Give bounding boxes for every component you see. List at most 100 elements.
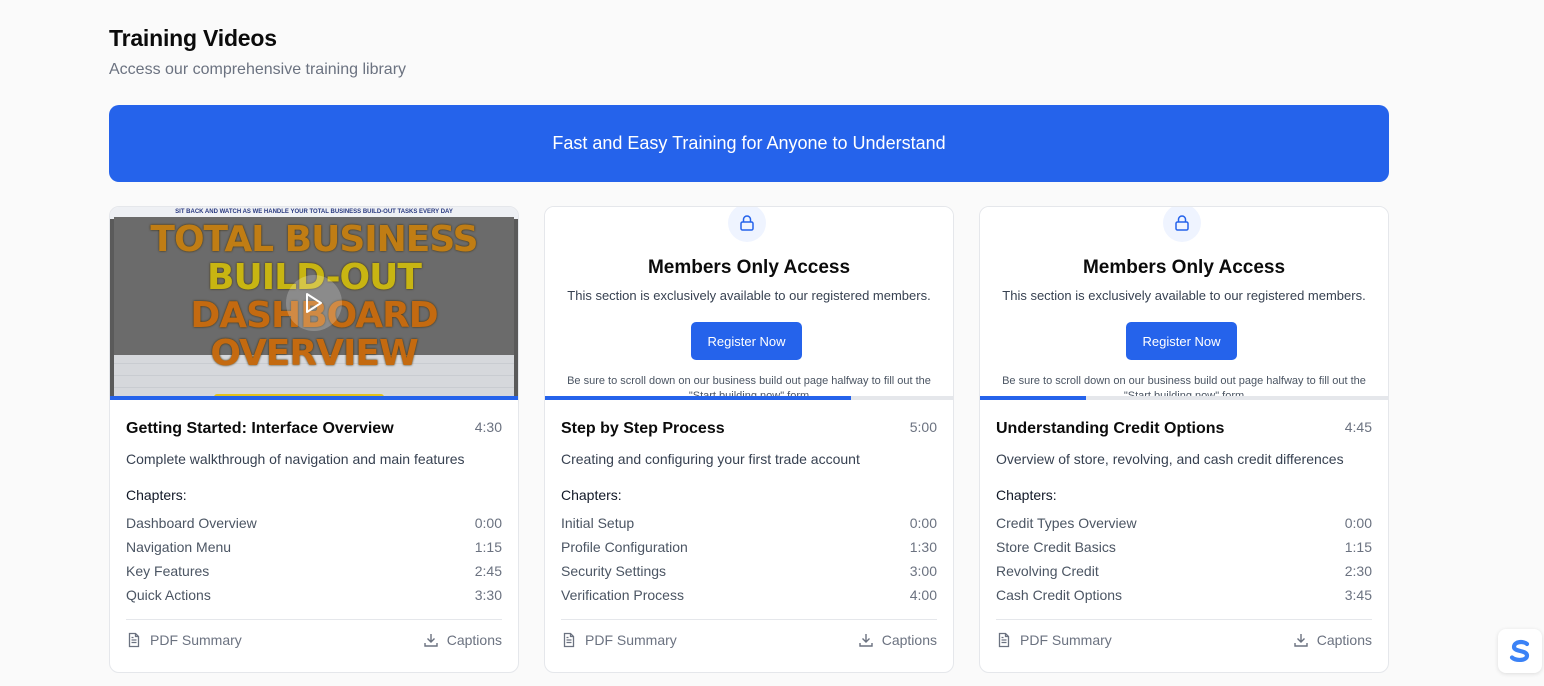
download-icon <box>859 634 873 647</box>
captions-label: Captions <box>1316 632 1372 648</box>
video-card: Members Only Access This section is excl… <box>979 206 1389 673</box>
captions-download-link[interactable]: Captions <box>858 632 937 648</box>
chapter-name: Credit Types Overview <box>996 515 1137 531</box>
chapter-name: Navigation Menu <box>126 539 232 555</box>
chapter-item[interactable]: Credit Types Overview 0:00 <box>996 515 1372 539</box>
chapter-item[interactable]: Dashboard Overview 0:00 <box>126 515 502 539</box>
page-subtitle: Access our comprehensive training librar… <box>109 61 407 78</box>
chapter-item[interactable]: Navigation Menu 1:15 <box>126 539 502 563</box>
chapter-item[interactable]: Verification Process 4:00 <box>561 587 937 611</box>
video-progress-fill <box>980 396 1087 400</box>
chapters-label: Chapters: <box>126 487 187 503</box>
members-heading: Members Only Access <box>647 257 851 278</box>
chapter-item[interactable]: Store Credit Basics 1:15 <box>996 539 1372 563</box>
video-progress-fill <box>545 396 851 400</box>
video-thumbnail[interactable]: SIT BACK AND WATCH AS WE HANDLE YOUR TOT… <box>110 207 518 400</box>
lock-icon <box>740 215 754 231</box>
card-divider <box>561 619 937 620</box>
chapter-name: Verification Process <box>561 587 684 603</box>
chapter-name: Quick Actions <box>126 587 211 603</box>
chapter-name: Security Settings <box>561 563 667 579</box>
chapter-item[interactable]: Profile Configuration 1:30 <box>561 539 937 563</box>
chapter-name: Store Credit Basics <box>996 539 1116 555</box>
thumbnail-line-1: TOTAL BUSINESS <box>150 219 478 260</box>
card-footer: PDF Summary Captions <box>996 632 1372 652</box>
chapter-time: 0:00 <box>1344 515 1372 531</box>
captions-download-link[interactable]: Captions <box>1293 632 1372 648</box>
chapter-name: Initial Setup <box>561 515 635 531</box>
lock-badge <box>1163 207 1201 242</box>
video-description: Creating and configuring your first trad… <box>561 451 860 467</box>
training-banner: Fast and Easy Training for Anyone to Und… <box>109 105 1389 182</box>
chapter-time: 0:00 <box>909 515 937 531</box>
chapter-item[interactable]: Quick Actions 3:30 <box>126 587 502 611</box>
register-now-button[interactable]: Register Now <box>1126 322 1237 360</box>
members-only-overlay: Members Only Access This section is excl… <box>545 207 953 400</box>
chapter-time: 0:00 <box>474 515 502 531</box>
chapters-list: Initial Setup 0:00 Profile Configuration 1… <box>561 515 937 611</box>
chapters-label: Chapters: <box>561 487 622 503</box>
video-duration: 4:45 <box>1344 419 1372 435</box>
captions-label: Captions <box>446 632 502 648</box>
play-button[interactable] <box>286 275 342 331</box>
video-duration: 4:30 <box>474 419 502 435</box>
chat-widget-button[interactable] <box>1498 629 1542 673</box>
video-cards: SIT BACK AND WATCH AS WE HANDLE YOUR TOT… <box>109 206 1389 673</box>
video-description: Overview of store, revolving, and cash c… <box>996 451 1344 467</box>
video-title: Getting Started: Interface Overview <box>126 420 394 437</box>
members-heading: Members Only Access <box>1082 257 1286 278</box>
pdf-summary-label: PDF Summary <box>150 632 242 648</box>
chapter-time: 4:00 <box>909 587 937 603</box>
chapter-item[interactable]: Revolving Credit 2:30 <box>996 563 1372 587</box>
chapter-name: Key Features <box>126 563 210 579</box>
register-now-button[interactable]: Register Now <box>691 322 802 360</box>
thumbnail-top-text: SIT BACK AND WATCH AS WE HANDLE YOUR TOT… <box>175 209 453 215</box>
chapter-time: 1:30 <box>909 539 937 555</box>
video-progress-bar[interactable] <box>110 396 518 400</box>
document-icon <box>998 632 1010 648</box>
members-description: This section is exclusively available to… <box>567 288 931 303</box>
chapter-time: 2:30 <box>1344 563 1372 579</box>
chapter-time: 3:00 <box>909 563 937 579</box>
members-only-panel: Members Only Access This section is excl… <box>980 207 1388 400</box>
video-progress-fill <box>110 396 518 400</box>
page-title: Training Videos <box>109 25 277 51</box>
card-divider <box>126 619 502 620</box>
document-icon <box>563 632 575 648</box>
captions-download-link[interactable]: Captions <box>423 632 502 648</box>
members-only-panel: Members Only Access This section is excl… <box>545 207 953 400</box>
chapter-time: 1:15 <box>1344 539 1372 555</box>
chapter-name: Revolving Credit <box>996 563 1099 579</box>
video-player[interactable]: SIT BACK AND WATCH AS WE HANDLE YOUR TOT… <box>110 207 518 400</box>
chapters-list: Credit Types Overview 0:00 Store Credit B… <box>996 515 1372 611</box>
banner-text: Fast and Easy Training for Anyone to Und… <box>552 133 946 153</box>
chapter-item[interactable]: Cash Credit Options 3:45 <box>996 587 1372 611</box>
video-progress-bar[interactable] <box>980 396 1388 400</box>
download-icon <box>424 634 438 647</box>
chapters-list: Dashboard Overview 0:00 Navigation Menu 1:… <box>126 515 502 611</box>
video-progress-bar[interactable] <box>545 396 953 400</box>
video-title: Understanding Credit Options <box>996 420 1225 437</box>
video-card: SIT BACK AND WATCH AS WE HANDLE YOUR TOT… <box>109 206 519 673</box>
document-icon <box>128 632 140 648</box>
video-card: Members Only Access This section is excl… <box>544 206 954 673</box>
video-title: Step by Step Process <box>561 420 725 437</box>
video-duration: 5:00 <box>909 419 937 435</box>
card-divider <box>996 619 1372 620</box>
pdf-summary-label: PDF Summary <box>585 632 677 648</box>
chapter-name: Dashboard Overview <box>126 515 257 531</box>
pdf-summary-link[interactable]: PDF Summary <box>126 632 242 648</box>
card-footer: PDF Summary Captions <box>561 632 937 652</box>
members-only-overlay: Members Only Access This section is excl… <box>980 207 1388 400</box>
pdf-summary-link[interactable]: PDF Summary <box>561 632 677 648</box>
chapter-name: Cash Credit Options <box>996 587 1123 603</box>
chapter-time: 3:45 <box>1344 587 1372 603</box>
chapter-time: 1:15 <box>474 539 502 555</box>
pdf-summary-link[interactable]: PDF Summary <box>996 632 1112 648</box>
chapter-time: 2:45 <box>474 563 502 579</box>
chapter-time: 3:30 <box>474 587 502 603</box>
chapters-label: Chapters: <box>996 487 1057 503</box>
chapter-item[interactable]: Key Features 2:45 <box>126 563 502 587</box>
chapter-item[interactable]: Security Settings 3:00 <box>561 563 937 587</box>
chapter-item[interactable]: Initial Setup 0:00 <box>561 515 937 539</box>
